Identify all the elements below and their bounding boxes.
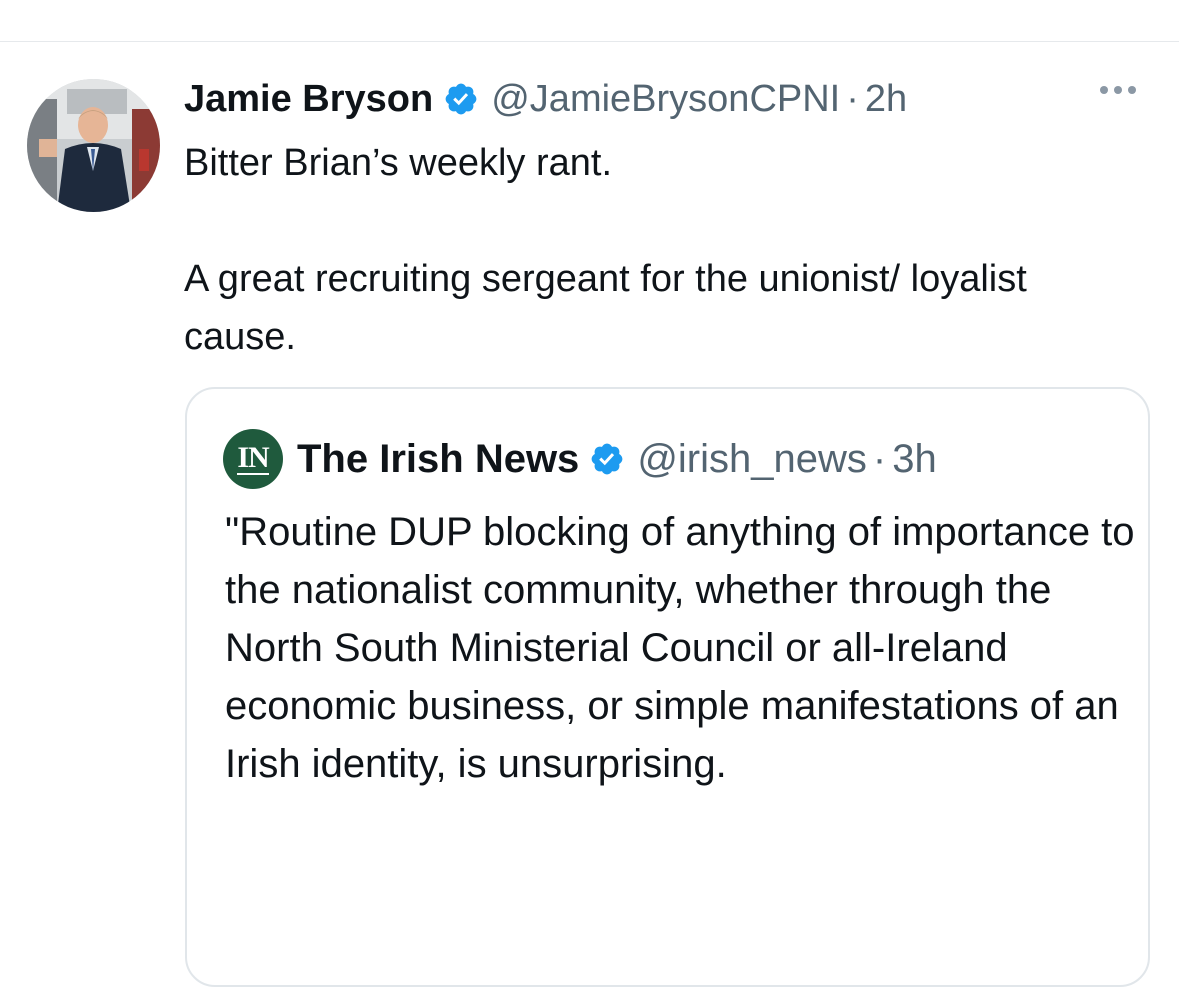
avatar[interactable] <box>27 79 160 212</box>
verified-badge-icon <box>589 441 625 477</box>
tweet-time[interactable]: 2h <box>865 78 907 121</box>
separator-dot: · <box>846 77 859 120</box>
quoted-author-name[interactable]: The Irish News <box>297 437 579 482</box>
tweet-text-line: Bitter Brian’s weekly rant. <box>184 142 613 184</box>
tweet-text: Bitter Brian’s weekly rant. A great recr… <box>184 134 1144 366</box>
quoted-tweet-time[interactable]: 3h <box>892 437 937 482</box>
quoted-tweet-header: IN The Irish News @irish_news · 3h <box>223 429 937 489</box>
verified-badge-icon <box>443 81 479 117</box>
quoted-tweet-card[interactable]: IN The Irish News @irish_news · 3h "Rout… <box>185 387 1150 987</box>
author-handle[interactable]: @JamieBrysonCPNI <box>491 78 840 121</box>
irish-news-logo[interactable]: IN <box>223 429 283 489</box>
tweet-header: Jamie Bryson @JamieBrysonCPNI · 2h <box>184 73 907 125</box>
quoted-author-handle[interactable]: @irish_news <box>637 437 867 482</box>
quoted-tweet-text: "Routine DUP blocking of anything of imp… <box>225 510 1135 786</box>
author-name[interactable]: Jamie Bryson <box>184 78 433 121</box>
more-horizontal-icon[interactable] <box>1100 86 1136 94</box>
tweet-text-line: A great recruiting sergeant for the unio… <box>184 258 1027 358</box>
separator-dot: · <box>872 436 887 481</box>
tweet[interactable]: Jamie Bryson @JamieBrysonCPNI · 2h Bitte… <box>0 42 1179 987</box>
